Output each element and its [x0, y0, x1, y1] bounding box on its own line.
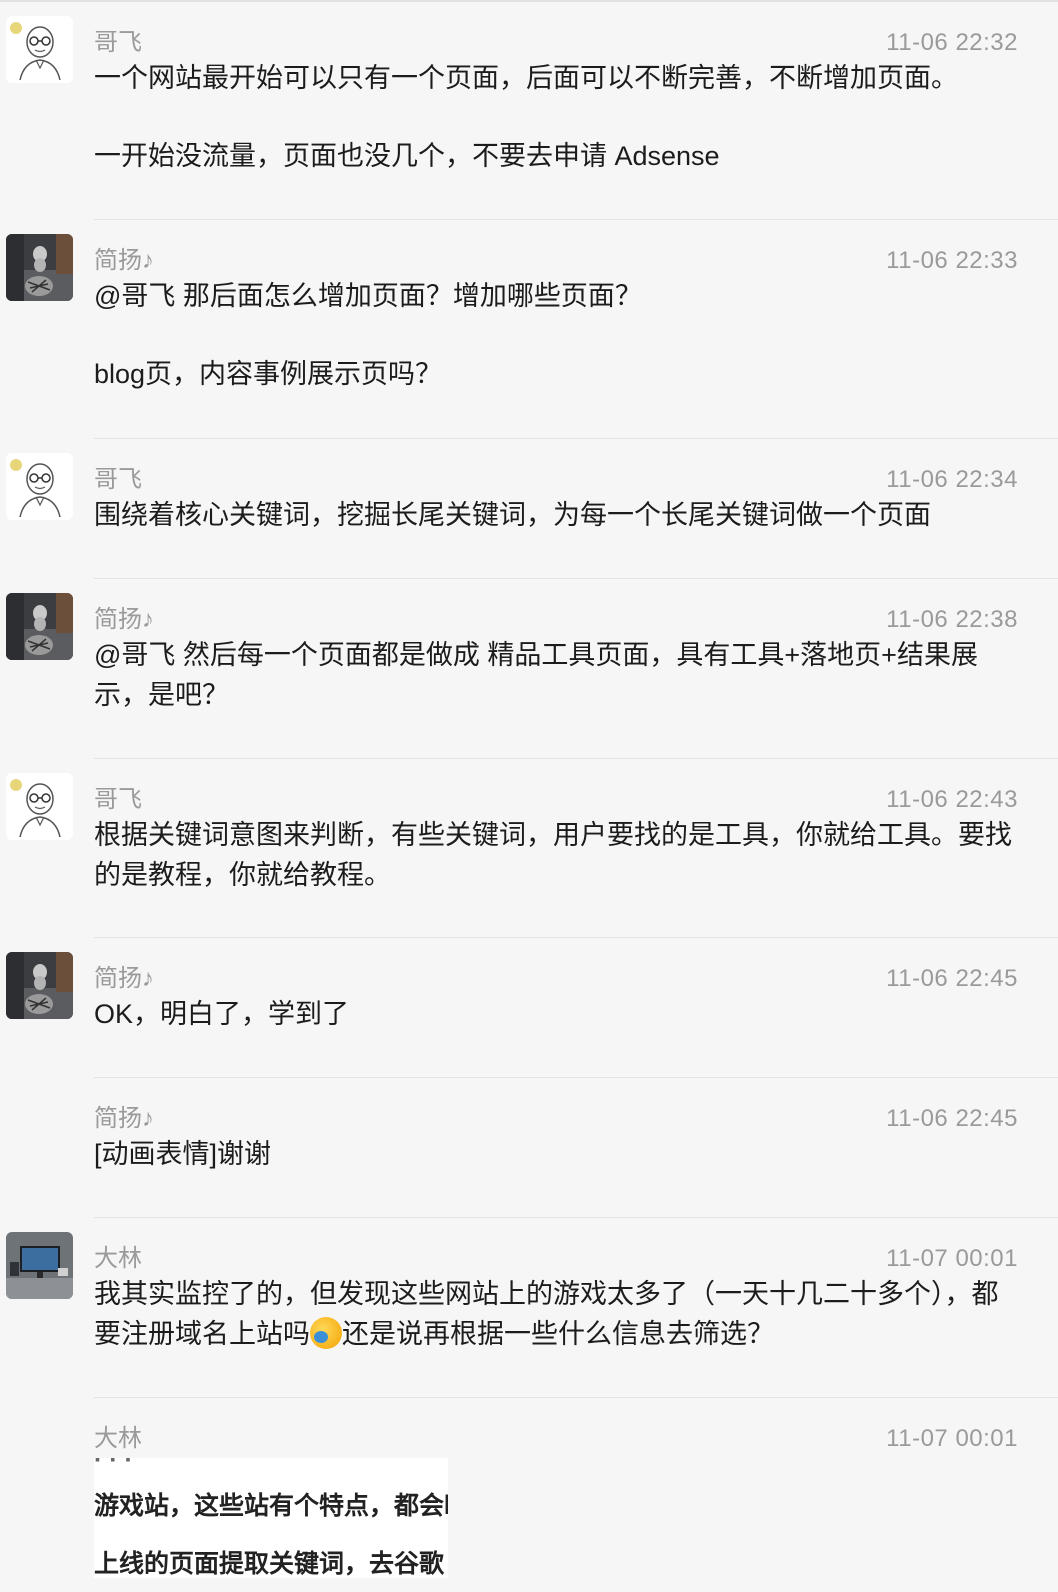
- message-text: @哥飞 那后面怎么增加页面？增加哪些页面？ blog页，内容事例展示页吗？: [94, 276, 1024, 418]
- bald-glasses-avatar-icon: [6, 773, 73, 840]
- message-paragraph: @哥飞 那后面怎么增加页面？增加哪些页面？: [94, 281, 642, 311]
- sender-name[interactable]: 哥飞: [94, 779, 142, 814]
- sender-avatar[interactable]: [6, 453, 73, 520]
- message-timestamp: 11-07 00:01: [886, 1245, 1018, 1272]
- sender-avatar[interactable]: [6, 234, 73, 301]
- message-paragraph: 我其实监控了的，但发现这些网站上的游戏太多了（一天十几二十多个），都要注册域名上…: [94, 1274, 1024, 1354]
- sender-name[interactable]: 大林: [94, 1418, 142, 1453]
- message-paragraph: @哥飞 然后每一个页面都是做成 精品工具页面，具有工具+落地页+结果展示，是吧？: [94, 640, 978, 710]
- chat-message: 哥飞 11-06 22:34 围绕着核心关键词，挖掘长尾关键词，为每一个长尾关键…: [0, 439, 1058, 579]
- image-text-line: 游戏站，这些站有个特点，都会时: [94, 1492, 448, 1520]
- sender-avatar[interactable]: [6, 952, 73, 1019]
- message-timestamp: 11-07 00:01: [886, 1425, 1018, 1452]
- desk-monitor-avatar-icon: [6, 1232, 73, 1299]
- sender-avatar[interactable]: [6, 773, 73, 840]
- cat-tiger-avatar-icon: [6, 593, 73, 660]
- message-text: 根据关键词意图来判断，有些关键词，用户要找的是工具，你就给工具。要找的是教程，你…: [94, 815, 1024, 919]
- sender-name[interactable]: 简扬♪: [94, 240, 154, 275]
- message-text-segment: 还是说再根据一些什么信息去筛选？: [342, 1319, 774, 1349]
- sender-avatar[interactable]: [6, 1232, 73, 1299]
- chat-message: 简扬♪ 11-06 22:38 @哥飞 然后每一个页面都是做成 精品工具页面，具…: [0, 579, 1058, 759]
- message-paragraph: 根据关键词意图来判断，有些关键词，用户要找的是工具，你就给工具。要找的是教程，你…: [94, 820, 1012, 890]
- message-paragraph: 围绕着核心关键词，挖掘长尾关键词，为每一个长尾关键词做一个页面: [94, 500, 931, 530]
- message-timestamp: 11-06 22:33: [886, 247, 1018, 274]
- sender-avatar[interactable]: [6, 593, 73, 660]
- chat-message: 哥飞 11-06 22:43 根据关键词意图来判断，有些关键词，用户要找的是工具…: [0, 759, 1058, 938]
- chat-message: 简扬♪ 11-06 22:33 @哥飞 那后面怎么增加页面？增加哪些页面？ bl…: [0, 220, 1058, 439]
- message-timestamp: 11-06 22:34: [886, 466, 1018, 493]
- message-timestamp: 11-06 22:45: [886, 1105, 1018, 1132]
- message-text: 一个网站最开始可以只有一个页面，后面可以不断完善，不断增加页面。 一开始没流量，…: [94, 58, 1024, 200]
- bald-glasses-avatar-icon: [6, 16, 73, 83]
- message-paragraph: OK，明白了，学到了: [94, 999, 350, 1029]
- message-paragraph: [动画表情]谢谢: [94, 1139, 272, 1169]
- message-timestamp: 11-06 22:43: [886, 786, 1018, 813]
- message-text: 我其实监控了的，但发现这些网站上的游戏太多了（一天十几二十多个），都要注册域名上…: [94, 1274, 1024, 1378]
- chat-message: 简扬♪ 11-06 22:45 [动画表情]谢谢: [0, 1078, 1058, 1218]
- sender-avatar[interactable]: [6, 16, 73, 83]
- sender-name[interactable]: 哥飞: [94, 22, 142, 57]
- sender-name[interactable]: 简扬♪: [94, 958, 154, 993]
- sender-name[interactable]: 大林: [94, 1238, 142, 1273]
- message-paragraph: 一个网站最开始可以只有一个页面，后面可以不断完善，不断增加页面。: [94, 63, 958, 93]
- message-paragraph: blog页，内容事例展示页吗？: [94, 359, 443, 389]
- message-text: OK，明白了，学到了: [94, 994, 1024, 1058]
- chat-history-list[interactable]: 哥飞 11-06 22:32 一个网站最开始可以只有一个页面，后面可以不断完善，…: [0, 0, 1058, 1592]
- message-text: 围绕着核心关键词，挖掘长尾关键词，为每一个长尾关键词做一个页面: [94, 495, 1024, 559]
- sender-name[interactable]: 哥飞: [94, 459, 142, 494]
- message-paragraph: 一开始没流量，页面也没几个，不要去申请 Adsense: [94, 141, 720, 171]
- chat-message: 哥飞 11-06 22:32 一个网站最开始可以只有一个页面，后面可以不断完善，…: [0, 2, 1058, 220]
- sender-name[interactable]: 简扬♪: [94, 1098, 154, 1133]
- sender-name[interactable]: 简扬♪: [94, 599, 154, 634]
- image-attachment[interactable]: · · · 游戏站，这些站有个特点，都会时 上线的页面提取关键词，去谷歌: [94, 1458, 448, 1578]
- chat-message: 简扬♪ 11-06 22:45 OK，明白了，学到了: [0, 938, 1058, 1078]
- message-text: [动画表情]谢谢: [94, 1134, 1024, 1198]
- bald-glasses-avatar-icon: [6, 453, 73, 520]
- message-timestamp: 11-06 22:45: [886, 965, 1018, 992]
- chat-message: 大林 11-07 00:01 我其实监控了的，但发现这些网站上的游戏太多了（一天…: [0, 1218, 1058, 1398]
- cat-tiger-avatar-icon: [6, 234, 73, 301]
- crying-laughing-emoji-icon: [310, 1317, 342, 1349]
- cat-tiger-avatar-icon: [6, 952, 73, 1019]
- image-text-line: 上线的页面提取关键词，去谷歌: [94, 1550, 445, 1578]
- message-timestamp: 11-06 22:32: [886, 29, 1018, 56]
- message-timestamp: 11-06 22:38: [886, 606, 1018, 633]
- message-text: @哥飞 然后每一个页面都是做成 精品工具页面，具有工具+落地页+结果展示，是吧？: [94, 635, 1024, 739]
- chat-message: 大林 11-07 00:01 · · · 游戏站，这些站有个特点，都会时 上线的…: [0, 1398, 1058, 1592]
